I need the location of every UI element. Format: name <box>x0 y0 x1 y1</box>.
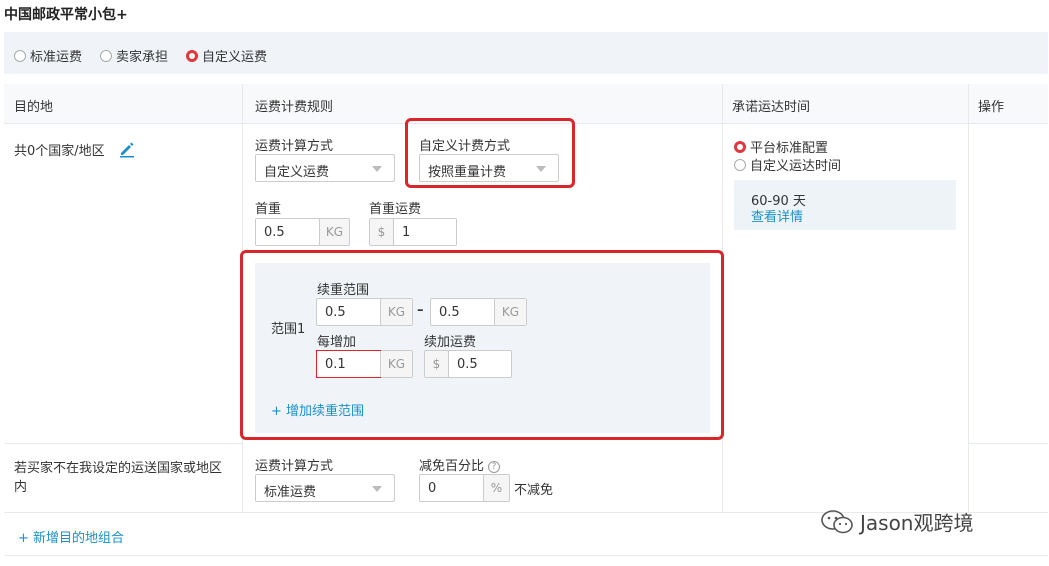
discount-input[interactable]: 0 % <box>419 474 510 502</box>
wechat-icon <box>821 509 853 533</box>
calc-method-label: 运费计算方式 <box>255 459 334 474</box>
radio-custom-shipping[interactable]: 自定义运费 <box>186 46 267 65</box>
column-header-actions: 操作 <box>968 84 1048 124</box>
watermark: Jason观跨境 <box>820 507 974 536</box>
chevron-down-icon <box>372 166 382 172</box>
table-divider <box>968 84 969 512</box>
page-title: 中国邮政平常小包+ <box>4 7 128 23</box>
radio-seller-pays[interactable]: 卖家承担 <box>100 46 168 65</box>
radio-standard-shipping[interactable]: 标准运费 <box>14 46 82 65</box>
radio-custom-delivery[interactable]: 自定义运达时间 <box>734 155 841 174</box>
table-divider <box>968 443 1048 444</box>
unit-label: KG <box>319 219 349 245</box>
fallback-calc-method-select[interactable]: 标准运费 <box>255 474 395 502</box>
radio-button[interactable] <box>734 158 746 171</box>
radio-label: 自定义运达时间 <box>750 159 842 174</box>
view-details-link[interactable]: 查看详情 <box>751 206 803 225</box>
help-icon[interactable]: ? <box>488 461 501 473</box>
chevron-down-icon <box>372 486 382 492</box>
radio-button-selected[interactable] <box>734 140 746 153</box>
calc-method-label: 运费计算方式 <box>255 139 334 154</box>
table-divider <box>4 443 242 444</box>
first-weight-input[interactable]: 0.5 KG <box>255 218 350 246</box>
radio-label: 平台标准配置 <box>750 141 829 156</box>
radio-button[interactable] <box>14 49 26 62</box>
radio-platform-standard[interactable]: 平台标准配置 <box>734 137 828 156</box>
table-divider <box>4 555 1048 556</box>
select-value: 标准运费 <box>264 485 317 500</box>
calc-method-select[interactable]: 自定义运费 <box>255 154 395 182</box>
fallback-destination-line1: 若买家不在我设定的运送国家或地区 <box>14 461 223 476</box>
add-destination-group-link[interactable]: + 新增目的地组合 <box>18 527 124 546</box>
radio-button[interactable] <box>100 49 112 62</box>
highlight-frame <box>405 118 575 188</box>
radio-label: 标准运费 <box>30 50 83 65</box>
currency-label: $ <box>370 219 394 245</box>
first-fee-label: 首重运费 <box>369 202 422 217</box>
radio-label: 自定义运费 <box>202 50 268 65</box>
shipping-type-radio-group: 标准运费 卖家承担 自定义运费 <box>4 32 1048 74</box>
edit-pencil-icon[interactable] <box>118 140 136 158</box>
unit-label: % <box>483 475 509 501</box>
highlight-frame <box>240 250 724 440</box>
radio-button-selected[interactable] <box>186 49 198 62</box>
first-weight-label: 首重 <box>255 202 282 217</box>
destination-count: 共0个国家/地区 <box>14 144 105 159</box>
select-value: 自定义运费 <box>264 165 330 180</box>
no-discount-text: 不减免 <box>514 483 554 498</box>
radio-label: 卖家承担 <box>116 50 169 65</box>
first-fee-input[interactable]: $ 1 <box>369 218 457 246</box>
delivery-info-box: 60-90 天 查看详情 <box>734 180 956 230</box>
column-header-delivery-time: 承诺运达时间 <box>722 84 968 124</box>
watermark-text: Jason观跨境 <box>860 511 974 535</box>
fallback-destination-line2: 内 <box>14 480 28 495</box>
column-header-destination: 目的地 <box>4 84 242 124</box>
discount-label: 减免百分比? <box>419 455 501 474</box>
